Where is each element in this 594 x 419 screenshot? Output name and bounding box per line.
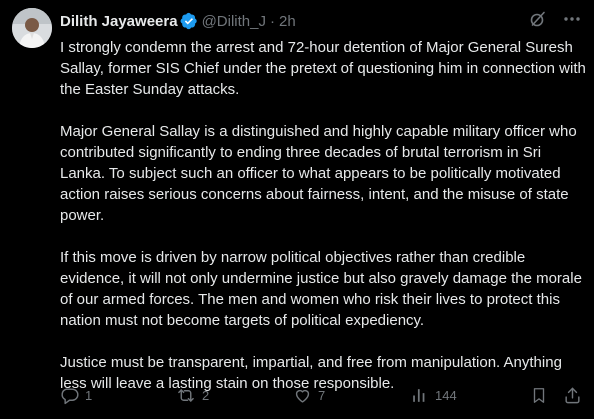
header-actions — [528, 9, 582, 29]
separator-dot: · — [269, 12, 275, 30]
verified-badge-icon — [180, 12, 198, 30]
tweet-text: I strongly condemn the arrest and 72-hou… — [60, 37, 586, 394]
views-button[interactable]: 144 — [410, 385, 457, 405]
grok-icon[interactable] — [528, 9, 548, 29]
reply-icon — [60, 386, 79, 405]
tweet-actions: 1 2 7 144 — [60, 385, 582, 405]
share-button[interactable] — [563, 385, 582, 405]
like-count: 7 — [318, 387, 326, 403]
views-count: 144 — [435, 387, 457, 403]
repost-count: 2 — [202, 387, 210, 403]
bookmark-button[interactable] — [530, 385, 548, 405]
repost-icon — [176, 386, 196, 405]
share-icon — [563, 386, 582, 405]
tweet-header: Dilith Jayaweera @Dilith_J · 2h — [60, 11, 582, 31]
tweet-paragraph: I strongly condemn the arrest and 72-hou… — [60, 39, 586, 98]
like-icon — [293, 386, 312, 405]
author-handle[interactable]: @Dilith_J — [202, 13, 266, 30]
like-button[interactable]: 7 — [293, 385, 325, 405]
bookmark-icon — [530, 386, 548, 405]
author-name[interactable]: Dilith Jayaweera — [60, 13, 178, 30]
more-icon[interactable] — [562, 9, 582, 29]
repost-button[interactable]: 2 — [176, 385, 209, 405]
views-icon — [410, 386, 429, 405]
reply-count: 1 — [85, 387, 93, 403]
timestamp[interactable]: 2h — [279, 13, 296, 30]
tweet-paragraph: If this move is driven by narrow politic… — [60, 249, 582, 329]
tweet[interactable]: Dilith Jayaweera @Dilith_J · 2h I strong… — [0, 0, 594, 419]
avatar[interactable] — [12, 8, 52, 48]
reply-button[interactable]: 1 — [60, 385, 92, 405]
tweet-paragraph: Major General Sallay is a distinguished … — [60, 123, 577, 224]
